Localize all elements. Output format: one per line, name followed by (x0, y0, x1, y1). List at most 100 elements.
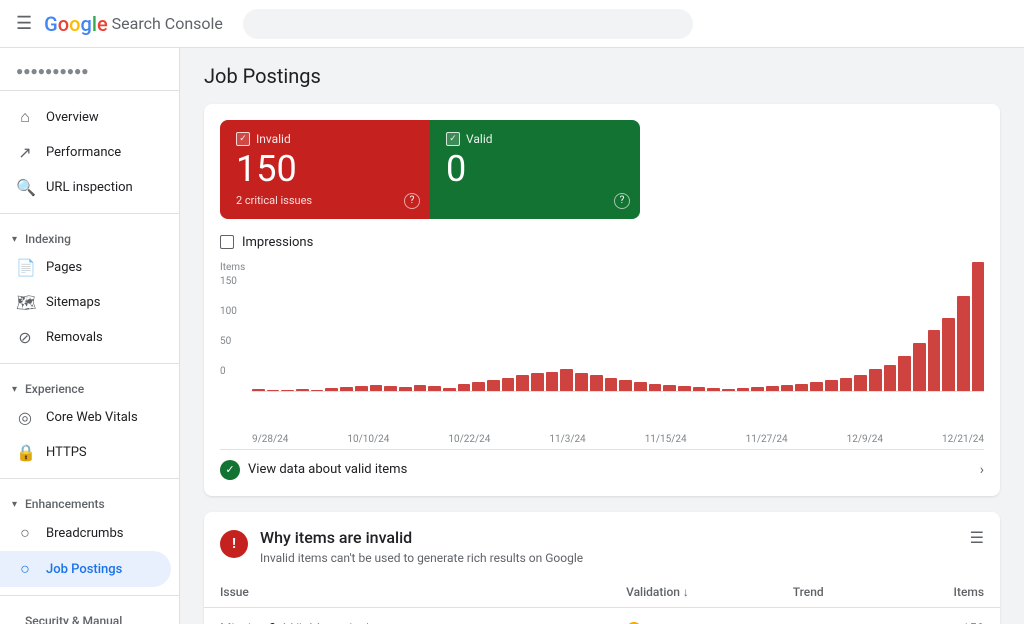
col-trend: Trend (777, 577, 910, 608)
chevron-down-icon-2: ▾ (12, 384, 17, 395)
menu-icon[interactable]: ☰ (16, 13, 32, 34)
sidebar-item-label: Core Web Vitals (46, 410, 138, 425)
chart-bar (707, 388, 720, 391)
chart-bar (516, 375, 529, 390)
enhancements-section-header[interactable]: ▾ Enhancements (0, 487, 179, 515)
chart-bar (575, 373, 588, 390)
y-label-150: 150 (220, 276, 237, 287)
nav-divider-2 (0, 363, 179, 364)
sitemaps-icon: 🗺 (16, 293, 34, 312)
valid-card: Valid 0 ? (430, 120, 640, 219)
x-label-2: 10/22/24 (448, 434, 490, 445)
sidebar-item-https[interactable]: 🔒 HTTPS (0, 435, 171, 470)
chart-bar (502, 378, 515, 391)
sidebar-item-job-postings[interactable]: ○ Job Postings (0, 551, 171, 587)
indexing-section-header[interactable]: ▾ Indexing (0, 222, 179, 250)
impressions-checkbox[interactable] (220, 235, 234, 249)
experience-section-header[interactable]: ▾ Experience (0, 372, 179, 400)
app-name: Search Console (112, 14, 223, 33)
page-title: Job Postings (204, 64, 1000, 88)
sidebar-item-label: HTTPS (46, 445, 87, 460)
table-header-row: Issue Validation ↓ Trend Items (204, 577, 1000, 608)
chart-bar (854, 375, 867, 390)
chart-bar (913, 343, 926, 390)
chart-bar (458, 384, 471, 391)
why-invalid-section: ! Why items are invalid Invalid items ca… (204, 512, 1000, 624)
chart-bar (634, 382, 647, 391)
home-icon: ⌂ (16, 107, 34, 127)
view-valid-row[interactable]: ✓ View data about valid items › (220, 449, 984, 480)
sidebar-item-label: Overview (46, 110, 99, 125)
col-validation[interactable]: Validation ↓ (610, 577, 777, 608)
view-valid-text: View data about valid items (248, 462, 407, 477)
x-label-1: 10/10/24 (347, 434, 389, 445)
invalid-info-icon[interactable]: ? (404, 193, 420, 209)
chart-bar (795, 384, 808, 391)
issues-table: Issue Validation ↓ Trend Items Missing f… (204, 577, 1000, 624)
valid-count: 0 (446, 150, 624, 190)
search-bar[interactable] (243, 9, 693, 39)
table-row[interactable]: Missing field 'jobLocation' ! Not Starte… (204, 607, 1000, 624)
experience-section-label: Experience (25, 382, 84, 396)
job-postings-icon: ○ (16, 559, 34, 579)
valid-info-icon[interactable]: ? (614, 193, 630, 209)
header-left: ☰ Google Search Console (16, 12, 223, 36)
chart-bar (957, 296, 970, 391)
chart-bar (252, 389, 265, 391)
sidebar-item-label: Sitemaps (46, 295, 101, 310)
chart-bar (649, 384, 662, 391)
chart-bar (678, 386, 691, 390)
sidebar-item-core-web-vitals[interactable]: ◎ Core Web Vitals (0, 400, 171, 435)
invalid-subtitle: 2 critical issues (236, 194, 414, 207)
chart-bar (663, 385, 676, 390)
sidebar-item-sitemaps[interactable]: 🗺 Sitemaps (0, 285, 171, 320)
col-items: Items (910, 577, 1000, 608)
issue-text: Missing field 'jobLocation' (204, 607, 610, 624)
breadcrumbs-icon: ○ (16, 523, 34, 543)
chart-bar (884, 365, 897, 391)
trend-cell (777, 607, 910, 624)
chart-bar (840, 378, 853, 391)
chart-bar (942, 318, 955, 391)
chart-section: Invalid 150 2 critical issues ? Valid 0 … (204, 104, 1000, 496)
performance-icon: ↗ (16, 143, 34, 162)
chart-bar (472, 382, 485, 391)
sidebar-item-url-inspection[interactable]: 🔍 URL inspection (0, 170, 171, 205)
x-label-4: 11/15/24 (645, 434, 687, 445)
chart-bar (693, 387, 706, 390)
chart-bar (531, 373, 544, 390)
sidebar-item-label: URL inspection (46, 180, 133, 195)
search-input[interactable] (260, 16, 676, 32)
filter-icon[interactable]: ☰ (970, 528, 984, 547)
invalid-checkbox-icon (236, 132, 250, 146)
chart-bar (355, 386, 368, 390)
chart-bar (619, 380, 632, 390)
sidebar-item-removals[interactable]: ⊘ Removals (0, 320, 171, 355)
chart-bar (443, 388, 456, 391)
chart-bar (340, 387, 353, 390)
why-invalid-header: ! Why items are invalid Invalid items ca… (204, 512, 1000, 577)
valid-label: Valid (466, 132, 493, 146)
valid-card-header: Valid (446, 132, 624, 146)
table-body: Missing field 'jobLocation' ! Not Starte… (204, 607, 1000, 624)
chart-bar (751, 387, 764, 390)
y-label-100: 100 (220, 306, 237, 317)
security-section-header[interactable]: ▸ Security & Manual Actions (0, 604, 179, 624)
sidebar-item-performance[interactable]: ↗ Performance (0, 135, 171, 170)
y-label-50: 50 (220, 336, 231, 347)
x-label-5: 11/27/24 (746, 434, 788, 445)
chart-bar (370, 385, 383, 390)
chart-bars (252, 262, 984, 392)
validation-status: ! Not Started (610, 607, 777, 624)
chart-bar (605, 378, 618, 391)
impressions-header: Impressions (220, 235, 984, 250)
main-content: Job Postings Invalid 150 2 critical issu… (180, 48, 1024, 624)
sidebar-item-label: Pages (46, 260, 82, 275)
chart-bar (590, 375, 603, 390)
sidebar-item-pages[interactable]: 📄 Pages (0, 250, 171, 285)
nav-divider (0, 213, 179, 214)
sidebar-item-breadcrumbs[interactable]: ○ Breadcrumbs (0, 515, 171, 551)
invalid-card-header: Invalid (236, 132, 414, 146)
sidebar-item-overview[interactable]: ⌂ Overview (0, 99, 171, 135)
chart-bar (810, 382, 823, 391)
